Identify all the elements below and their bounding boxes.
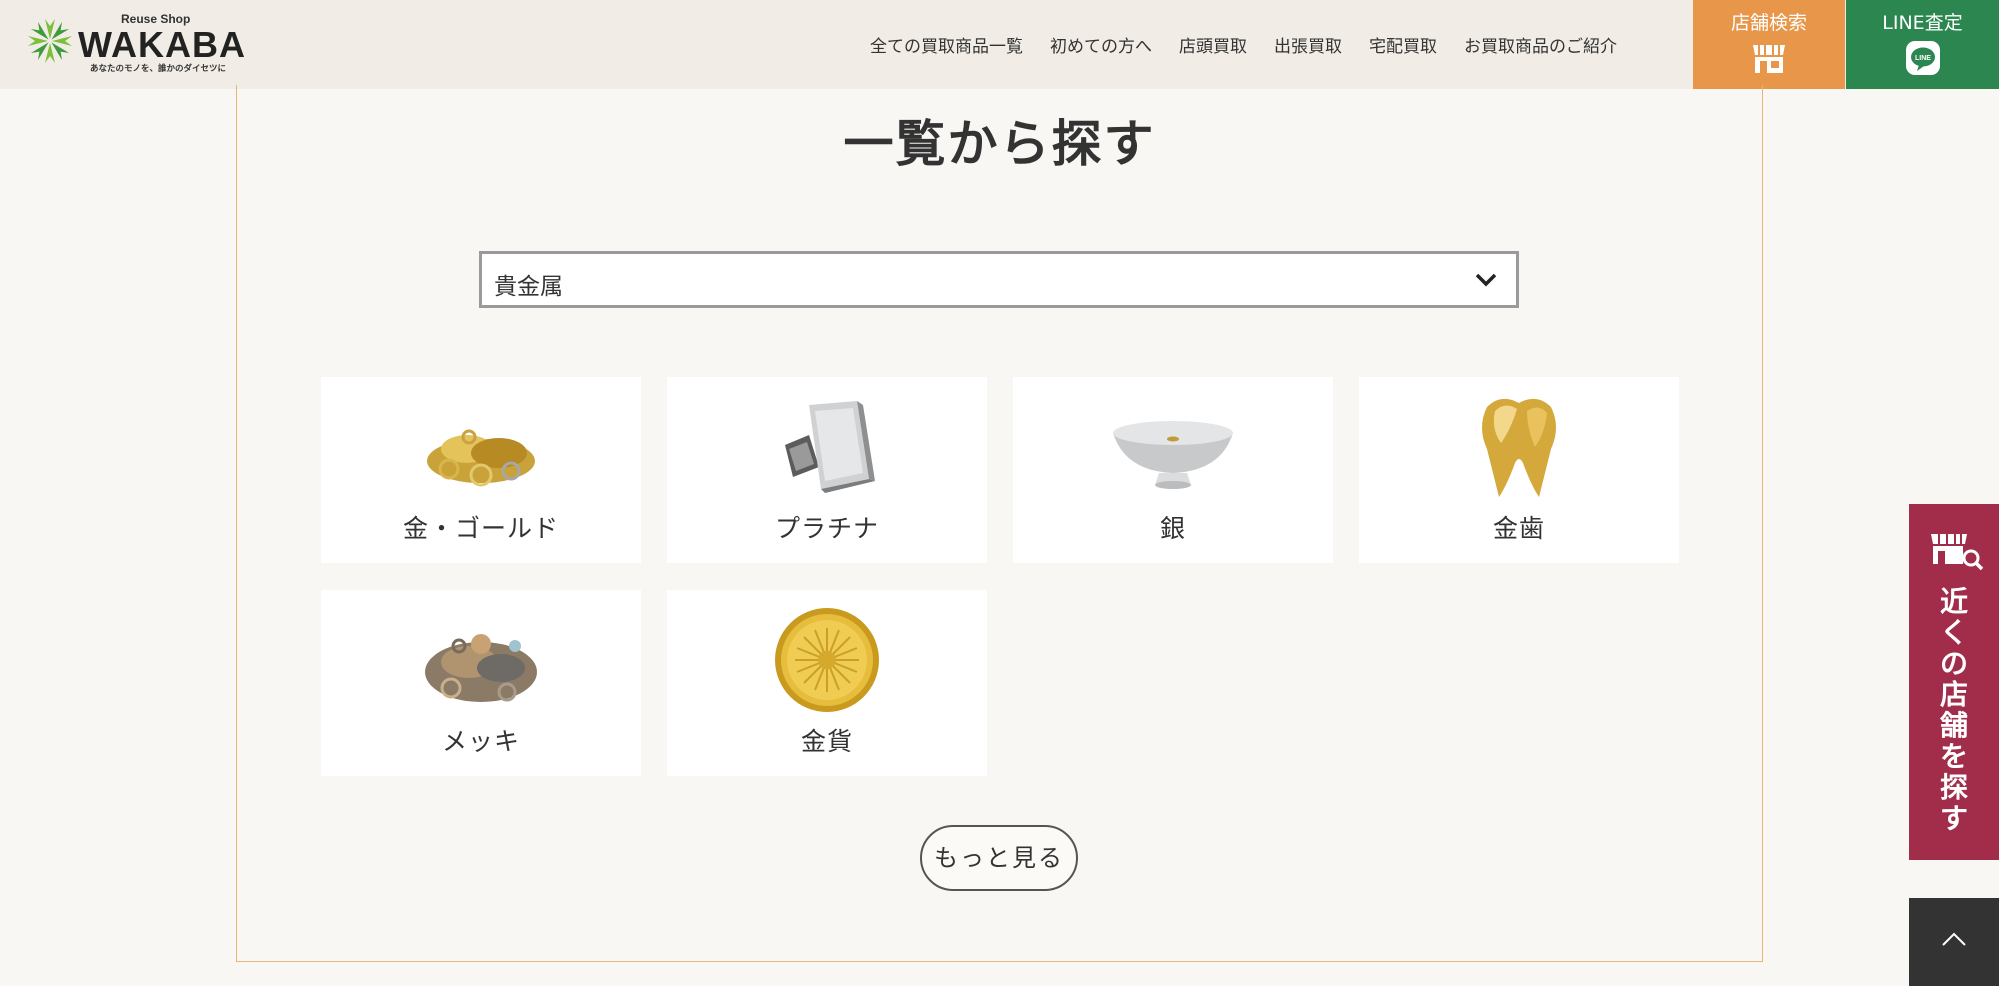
category-select-value: 貴金属 (494, 274, 563, 300)
line-icon-text: LINE (1915, 55, 1931, 62)
platinum-bar-icon (785, 401, 875, 493)
site-header: Reuse Shop WAKABA あなたのモノを、誰かのダイセツに 全ての買取… (0, 0, 1999, 89)
category-select[interactable]: 貴金属 (479, 251, 1519, 308)
silver-cup-icon (1113, 421, 1233, 489)
item-label: 金貨 (800, 727, 853, 756)
plated-jewelry-icon (425, 634, 537, 702)
line-assessment-label: LINE査定 (1882, 12, 1963, 34)
item-card-plated[interactable]: メッキ (321, 590, 641, 776)
item-label: メッキ (441, 727, 520, 756)
store-search-label: 店舗検索 (1730, 12, 1807, 34)
nav-all-items[interactable]: 全ての買取商品一覧 (870, 32, 1023, 57)
back-to-top-button[interactable] (1909, 898, 1999, 986)
nav-items-intro[interactable]: お買取商品のご紹介 (1464, 32, 1617, 57)
nav-visit-purchase[interactable]: 出張買取 (1274, 32, 1342, 57)
store-icon (1753, 45, 1785, 73)
line-assessment-button[interactable]: LINE査定 LINE (1846, 0, 1999, 89)
nav-delivery-purchase[interactable]: 宅配買取 (1369, 32, 1437, 57)
site-logo[interactable]: Reuse Shop WAKABA あなたのモノを、誰かのダイセツに (26, 12, 246, 76)
page-title: 一覧から探す (843, 115, 1156, 173)
main-nav: 全ての買取商品一覧 初めての方へ 店頭買取 出張買取 宅配買取 お買取商品のご紹… (870, 0, 1617, 89)
gold-jewelry-icon (427, 429, 535, 487)
item-card-gold[interactable]: 金・ゴールド (321, 377, 641, 563)
nav-store-purchase[interactable]: 店頭買取 (1179, 32, 1247, 57)
gold-tooth-icon (1482, 398, 1556, 497)
item-label: 金歯 (1492, 514, 1545, 543)
logo-tagline: あなたのモノを、誰かのダイセツに (90, 64, 227, 74)
item-card-platinum[interactable]: プラチナ (667, 377, 987, 563)
gold-coin-icon (775, 608, 879, 712)
item-label: プラチナ (774, 514, 879, 543)
chevron-down-icon (1475, 273, 1497, 287)
store-search-button[interactable]: 店舗検索 (1693, 0, 1845, 89)
item-card-gold-tooth[interactable]: 金歯 (1359, 377, 1679, 563)
line-icon: LINE (1905, 41, 1940, 75)
nav-first-time[interactable]: 初めての方へ (1050, 32, 1152, 57)
store-search-icon (1931, 534, 1984, 571)
chevron-up-icon (1942, 932, 1966, 946)
item-card-gold-coin[interactable]: 金貨 (667, 590, 987, 776)
item-card-silver[interactable]: 銀 (1013, 377, 1333, 563)
show-more-button[interactable]: もっと見る (920, 825, 1078, 891)
logo-name: WAKABA (78, 24, 246, 65)
find-nearby-store-tab[interactable]: 近 く の 店 舗 を 探 す (1909, 504, 1999, 860)
item-label: 金・ゴールド (402, 514, 559, 543)
item-label: 銀 (1159, 514, 1186, 543)
leaf-logo-icon (28, 19, 72, 63)
find-nearby-store-label: 近 く の 店 舗 を 探 す (1939, 585, 1968, 835)
